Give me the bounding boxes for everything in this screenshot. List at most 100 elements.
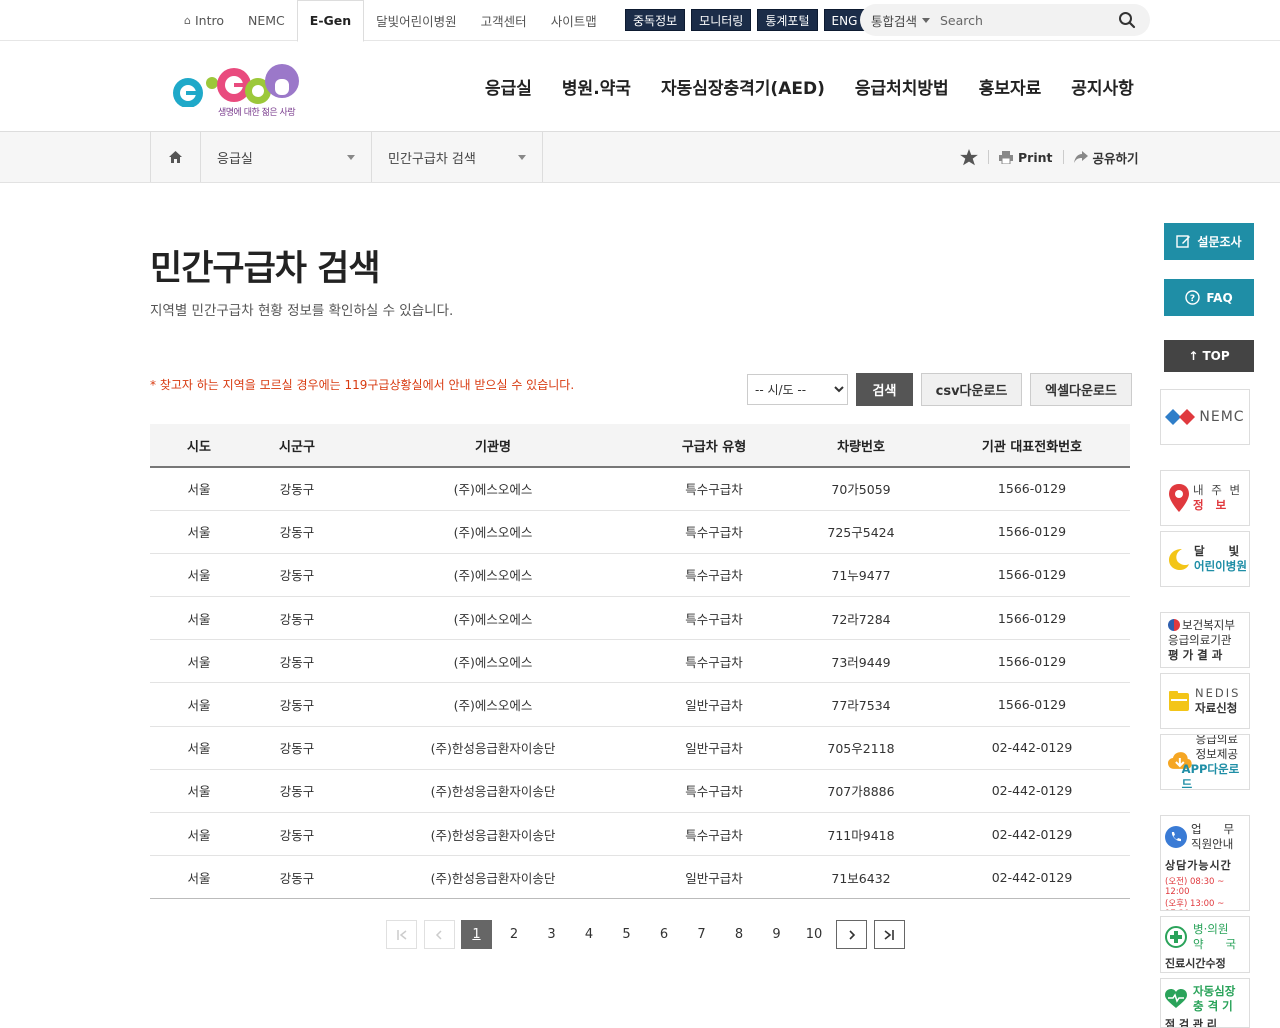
nemc-link[interactable]: NEMC [236,0,297,41]
table-row[interactable]: 서울 강동구 (주)에스오에스 특수구급차 73러9449 1566-0129 [150,639,1130,684]
table-row[interactable]: 서울 강동구 (주)에스오에스 특수구급차 72라7284 1566-0129 [150,596,1130,641]
excel-download-button[interactable]: 엑셀다운로드 [1030,373,1132,406]
nav-emergency-room[interactable]: 응급실 [470,74,547,99]
table-row[interactable]: 서울 강동구 (주)한성응급환자이송단 일반구급차 71보6432 02-442-0129 [150,855,1130,900]
page-2[interactable]: 2 [499,920,530,949]
location-level1-dropdown[interactable]: 응급실 [201,132,372,182]
table-row[interactable]: 서울 강동구 (주)에스오에스 특수구급차 70가5059 1566-0129 [150,467,1130,511]
page-6[interactable]: 6 [649,920,680,949]
nav-first-aid[interactable]: 응급처치방법 [840,74,964,99]
hours-edit-banner[interactable]: 병·의원 약 국 진료시간수정 [1160,916,1250,973]
aed-management-banner[interactable]: 자동심장 충 격 기 점 검 관 리 [1160,978,1250,1028]
search-scope-select[interactable]: 통합검색 [860,11,936,30]
heart-pulse-icon [1165,989,1187,1008]
location-bar: 응급실 민간구급차 검색 Print 공유하기 [0,132,1280,183]
share-icon [1073,151,1088,163]
page-4[interactable]: 4 [574,920,605,949]
staff-contact-banner[interactable]: 업 무 직원안내 상담가능시간 (오전) 08:30 ~ 12:00 (오후) … [1160,815,1250,911]
consult-hours-title: 상담가능시간 [1165,859,1232,872]
page-1[interactable]: 1 [461,920,492,949]
table-row[interactable]: 서울 강동구 (주)에스오에스 특수구급차 71누9477 1566-0129 [150,553,1130,598]
egen-logo[interactable]: 생명에 대한 젊은 사랑 [168,57,304,121]
page-5[interactable]: 5 [611,920,642,949]
page-10[interactable]: 10 [799,920,830,949]
last-page-button[interactable] [873,920,905,949]
location-home-button[interactable] [150,132,201,182]
cell-ambulance-type: 특수구급차 [640,510,788,554]
next-page-button[interactable] [836,920,867,949]
table-row[interactable]: 서울 강동구 (주)한성응급환자이송단 특수구급차 707가8886 02-442-012… [150,769,1130,814]
column-header-vehicle-number: 차량번호 [788,424,934,468]
moon-icon [1169,549,1189,570]
poison-info-button[interactable]: 중독정보 [625,9,686,31]
table-row[interactable]: 서울 강동구 (주)한성응급환자이송단 일반구급차 705우2118 02-442-012… [150,726,1130,770]
cell-ambulance-type: 특수구급차 [640,553,788,598]
pagination: 1 2 3 4 5 6 7 8 9 10 [386,920,911,949]
search-input[interactable] [936,5,1106,35]
cell-ambulance-type: 특수구급차 [640,769,788,814]
nav-aed[interactable]: 자동심장충격기(AED) [646,74,840,99]
cell-sido: 서울 [150,726,248,770]
nav-promotion[interactable]: 홍보자료 [964,74,1057,99]
chevron-left-icon [435,929,442,940]
cell-vehicle-number: 705우2118 [788,726,934,770]
page-3[interactable]: 3 [536,920,567,949]
cell-institution: (주)한성응급환자이송단 [346,769,640,814]
cell-institution: (주)에스오에스 [346,510,640,554]
home-icon [169,151,182,163]
cell-sigungu: 강동구 [248,596,346,641]
app-download-banner[interactable]: 응급의료 정보제공 APP다운로드 [1160,734,1250,790]
cell-phone: 1566-0129 [934,596,1130,641]
search-button[interactable]: 검색 [856,373,913,406]
cell-sigungu: 강동구 [248,726,346,770]
customer-center-link[interactable]: 고객센터 [469,0,539,41]
nedis-request-banner[interactable]: NEDIS 자료신청 [1160,673,1250,729]
cell-sigungu: 강동구 [248,769,346,814]
sitemap-link[interactable]: 사이트맵 [539,0,609,41]
table-row[interactable]: 서울 강동구 (주)에스오에스 일반구급차 77라7534 1566-0129 [150,682,1130,727]
evaluation-result-banner[interactable]: 보건복지부 응급의료기관 평 가 결 과 [1160,612,1250,668]
nearby-info-banner[interactable]: 내 주 변 정 보 [1160,470,1250,526]
cell-ambulance-type: 일반구급차 [640,682,788,727]
region-select[interactable]: -- 시/도 -- [747,374,848,405]
moonlight-hospital-link[interactable]: 달빛어린이병원 [364,0,469,41]
location-level2-dropdown[interactable]: 민간구급차 검색 [372,132,543,182]
page-9[interactable]: 9 [761,920,792,949]
nav-hospital-pharmacy[interactable]: 병원.약국 [547,74,646,99]
statistics-portal-button[interactable]: 통계포털 [757,9,818,31]
monitoring-button[interactable]: 모니터링 [691,9,752,31]
top-button[interactable]: ↑ TOP [1164,340,1254,372]
column-header-ambulance-type: 구급차 유형 [640,424,788,468]
nav-notice[interactable]: 공지사항 [1056,74,1149,99]
search-icon[interactable] [1118,11,1136,29]
favorite-button[interactable] [950,148,988,166]
cell-phone: 1566-0129 [934,553,1130,598]
consult-hours-pm: (오후) 13:00 ~ 17:30 [1165,899,1225,910]
cell-sido: 서울 [150,510,248,554]
cell-sido: 서울 [150,682,248,727]
prev-page-button[interactable] [423,920,455,949]
filter-bar: -- 시/도 -- 검색 csv다운로드 엑셀다운로드 [747,373,1132,406]
survey-button[interactable]: 설문조사 [1164,223,1254,260]
csv-download-button[interactable]: csv다운로드 [921,373,1022,406]
intro-link[interactable]: ⌂ Intro [172,0,236,41]
svg-text:?: ? [1190,294,1195,304]
folder-icon [1169,691,1189,711]
first-page-button[interactable] [386,920,417,949]
moonlight-hospital-banner[interactable]: 달 빛 어린이병원 [1160,531,1250,587]
page-7[interactable]: 7 [686,920,717,949]
table-row[interactable]: 서울 강동구 (주)에스오에스 특수구급차 725구5424 1566-0129 [150,510,1130,554]
print-button[interactable]: Print [989,150,1063,165]
faq-button[interactable]: ? FAQ [1164,279,1254,316]
caret-down-icon [518,154,526,160]
ambulance-table: 시도 시군구 기관명 구급차 유형 차량번호 기관 대표전화번호 서울 강동구 (주… [150,424,1130,900]
nemc-banner[interactable]: NEMC [1160,389,1250,445]
page-8[interactable]: 8 [724,920,755,949]
egen-link[interactable]: E-Gen [296,0,365,42]
column-header-phone: 기관 대표전화번호 [934,424,1130,468]
cell-phone: 1566-0129 [934,639,1130,684]
table-row[interactable]: 서울 강동구 (주)한성응급환자이송단 특수구급차 711마9418 02-442-012… [150,812,1130,857]
share-button[interactable]: 공유하기 [1064,148,1149,167]
column-header-sido: 시도 [150,424,248,468]
caret-down-icon [922,17,931,23]
